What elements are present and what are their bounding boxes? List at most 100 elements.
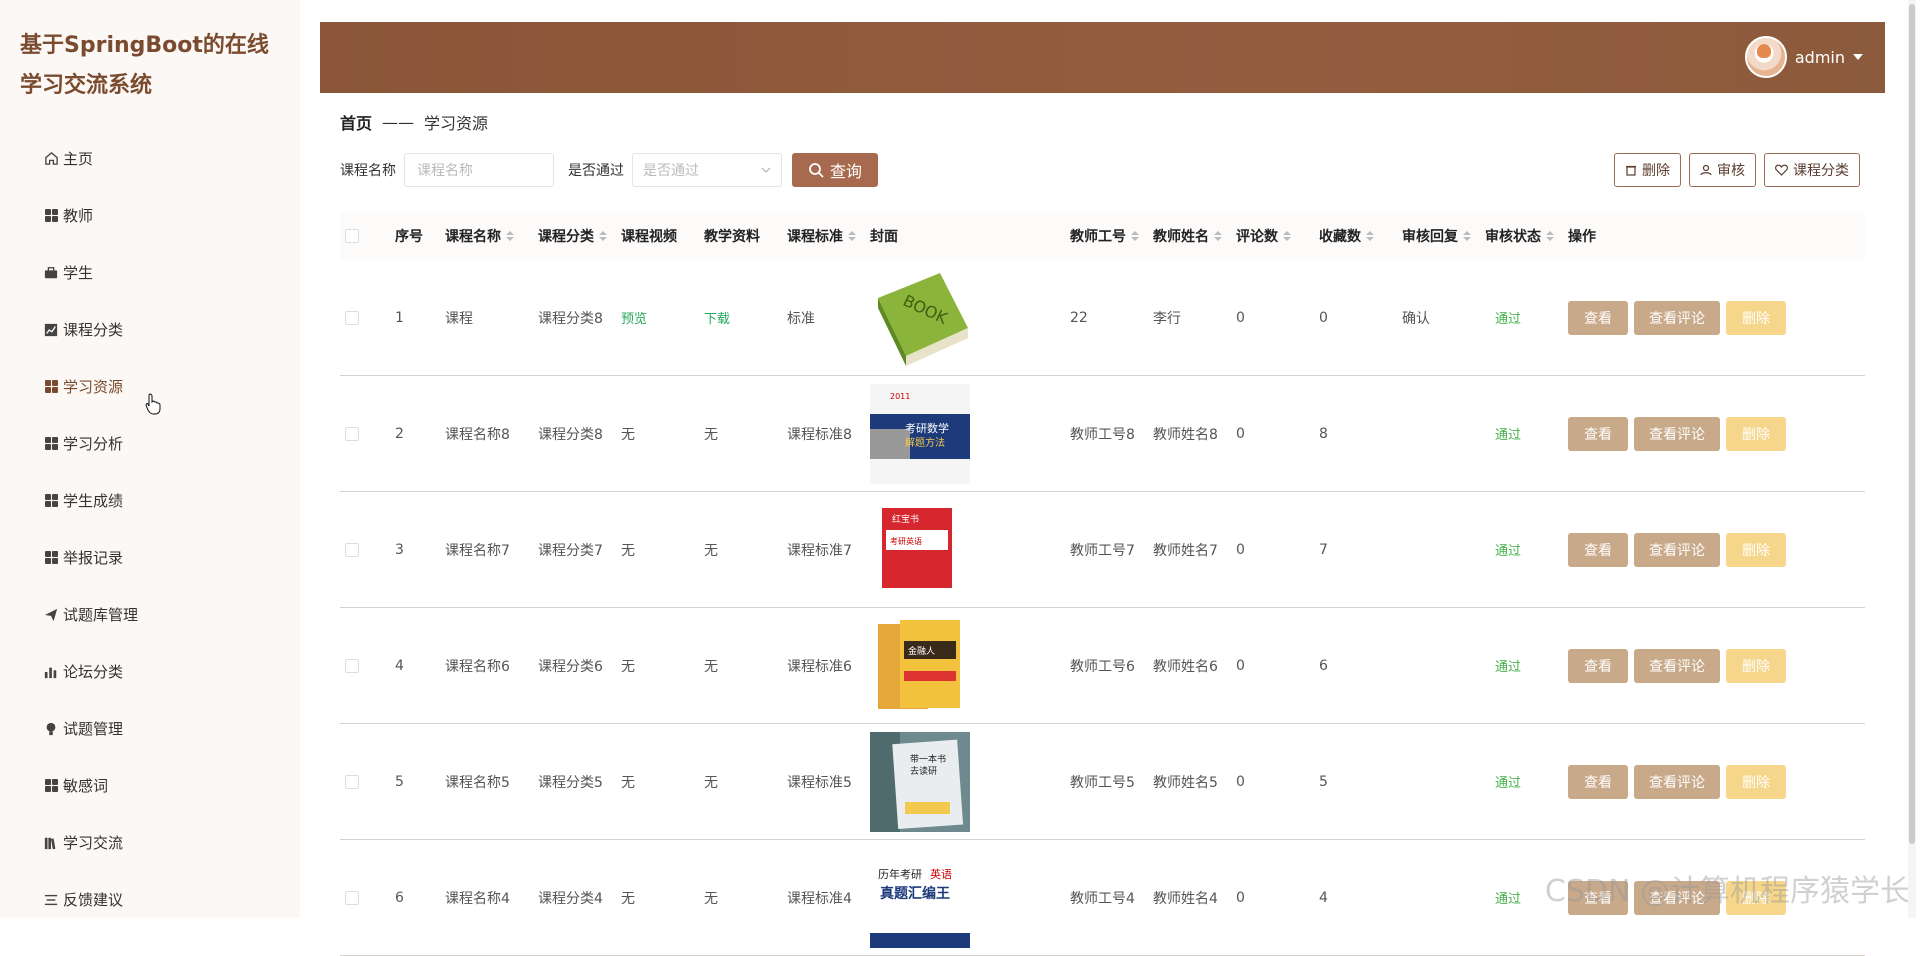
cover-image[interactable]: 历年考研 英语 真题汇编王	[870, 847, 970, 948]
row-checkbox[interactable]	[345, 426, 359, 441]
cell-material: 无	[704, 426, 718, 443]
sidebar-item-label: 举报记录	[63, 549, 124, 567]
filter-icon	[43, 892, 59, 908]
sort-icon	[506, 231, 514, 241]
cell-cover: 历年考研 英语 真题汇编王	[870, 847, 1070, 948]
svg-text:2011: 2011	[890, 392, 910, 401]
sidebar-item-label: 学习资源	[63, 378, 124, 396]
sort-icon	[1214, 231, 1222, 241]
view-button[interactable]: 查看	[1568, 300, 1628, 335]
sidebar-item-student[interactable]: 学生	[0, 244, 300, 301]
sidebar-item-learning-exchange[interactable]: 学习交流	[0, 814, 300, 871]
sidebar-item-feedback[interactable]: 反馈建议	[0, 871, 300, 928]
audit-button[interactable]: 审核	[1689, 153, 1756, 187]
row-checkbox[interactable]	[345, 542, 359, 557]
col-favorites[interactable]: 收藏数	[1319, 226, 1402, 246]
cover-image[interactable]: 带一本书 去读研	[870, 731, 970, 832]
view-comments-button[interactable]: 查看评论	[1634, 764, 1720, 799]
select-all-checkbox[interactable]	[345, 229, 359, 243]
cover-image[interactable]: BOOK	[870, 267, 970, 368]
col-standard[interactable]: 课程标准	[787, 226, 870, 246]
col-teacher-no[interactable]: 教师工号	[1070, 226, 1153, 246]
cell-video[interactable]: 预览	[621, 308, 704, 327]
sidebar-item-question-bank[interactable]: 试题库管理	[0, 586, 300, 643]
svg-text:去读研: 去读研	[910, 765, 937, 777]
cell-ops: 查看 查看评论 删除	[1568, 532, 1798, 567]
cell-name: 课程名称6	[445, 658, 510, 675]
row-checkbox[interactable]	[345, 658, 359, 673]
course-name-input[interactable]: 课程名称	[404, 153, 554, 187]
svg-text:金融人: 金融人	[908, 645, 935, 657]
sidebar-item-forum-category[interactable]: 论坛分类	[0, 643, 300, 700]
row-checkbox[interactable]	[345, 774, 359, 789]
sidebar-item-label: 教师	[63, 207, 94, 225]
sidebar-item-sensitive-words[interactable]: 敏感词	[0, 757, 300, 814]
row-checkbox[interactable]	[345, 890, 359, 905]
cell-no: 3	[395, 541, 404, 558]
svg-text:解题方法: 解题方法	[905, 436, 945, 449]
cell-category: 课程分类8	[538, 426, 603, 443]
sidebar-item-reports[interactable]: 举报记录	[0, 529, 300, 586]
col-teacher-name[interactable]: 教师姓名	[1153, 226, 1236, 246]
view-button[interactable]: 查看	[1568, 416, 1628, 451]
delete-button[interactable]: 删除	[1726, 532, 1786, 567]
svg-text:历年考研: 历年考研	[878, 867, 922, 881]
view-comments-button[interactable]: 查看评论	[1634, 648, 1720, 683]
toolbar: 删除 审核 课程分类	[1614, 153, 1860, 187]
delete-button[interactable]: 删除	[1726, 764, 1786, 799]
cover-image[interactable]: 红宝书 考研英语	[870, 499, 970, 600]
sidebar-item-teacher[interactable]: 教师	[0, 187, 300, 244]
sidebar-item-course-category[interactable]: 课程分类	[0, 301, 300, 358]
view-comments-button[interactable]: 查看评论	[1634, 300, 1720, 335]
cell-standard: 课程标准7	[787, 542, 852, 559]
batch-delete-button[interactable]: 删除	[1614, 153, 1681, 187]
course-category-button[interactable]: 课程分类	[1764, 153, 1860, 187]
row-checkbox[interactable]	[345, 310, 359, 325]
cell-video: 无	[621, 890, 635, 907]
heart-icon	[1775, 164, 1788, 176]
delete-button[interactable]: 删除	[1726, 416, 1786, 451]
cell-comments: 0	[1236, 889, 1245, 906]
cell-category: 课程分类7	[538, 542, 603, 559]
cell-teacher-name: 教师姓名5	[1153, 774, 1218, 791]
passed-label: 是否通过	[568, 163, 624, 179]
view-comments-button[interactable]: 查看评论	[1634, 532, 1720, 567]
cell-teacher-no: 教师工号8	[1070, 426, 1135, 443]
col-reply[interactable]: 审核回复	[1402, 226, 1485, 246]
cell-ops: 查看 查看评论 删除	[1568, 764, 1798, 799]
cell-material[interactable]: 下载	[704, 308, 787, 327]
view-button[interactable]: 查看	[1568, 764, 1628, 799]
view-button[interactable]: 查看	[1568, 532, 1628, 567]
cover-image[interactable]: 考研数学 解题方法 2011	[870, 383, 970, 484]
col-name[interactable]: 课程名称	[445, 226, 538, 246]
sidebar-item-learning-analysis[interactable]: 学习分析	[0, 415, 300, 472]
scrollbar[interactable]	[1908, 0, 1916, 918]
col-category[interactable]: 课程分类	[538, 226, 621, 246]
svg-text:红宝书: 红宝书	[892, 513, 919, 525]
home-icon	[43, 151, 59, 167]
cover-image[interactable]: 金融人	[870, 615, 970, 716]
cell-video: 无	[621, 426, 635, 443]
cell-name: 课程名称4	[445, 890, 510, 907]
breadcrumb-home[interactable]: 首页	[340, 110, 372, 134]
delete-button[interactable]: 删除	[1726, 300, 1786, 335]
cell-no: 5	[395, 773, 404, 790]
view-comments-button[interactable]: 查看评论	[1634, 416, 1720, 451]
col-status[interactable]: 审核状态	[1485, 226, 1568, 246]
col-comments[interactable]: 评论数	[1236, 226, 1319, 246]
cell-standard: 标准	[787, 310, 815, 327]
cell-teacher-name: 教师姓名8	[1153, 426, 1218, 443]
cell-name: 课程名称5	[445, 774, 510, 791]
cell-teacher-name: 教师姓名7	[1153, 542, 1218, 559]
user-menu[interactable]: admin	[1744, 36, 1863, 78]
sidebar-item-home[interactable]: 主页	[0, 130, 300, 187]
cell-favorites: 5	[1319, 773, 1328, 790]
passed-select[interactable]: 是否通过	[632, 153, 782, 187]
search-button[interactable]: 查询	[792, 153, 879, 187]
sidebar-item-label: 学生成绩	[63, 492, 124, 510]
sidebar-item-question-manage[interactable]: 试题管理	[0, 700, 300, 757]
delete-button[interactable]: 删除	[1726, 648, 1786, 683]
sort-icon	[1463, 231, 1471, 241]
sidebar-item-student-grades[interactable]: 学生成绩	[0, 472, 300, 529]
view-button[interactable]: 查看	[1568, 648, 1628, 683]
